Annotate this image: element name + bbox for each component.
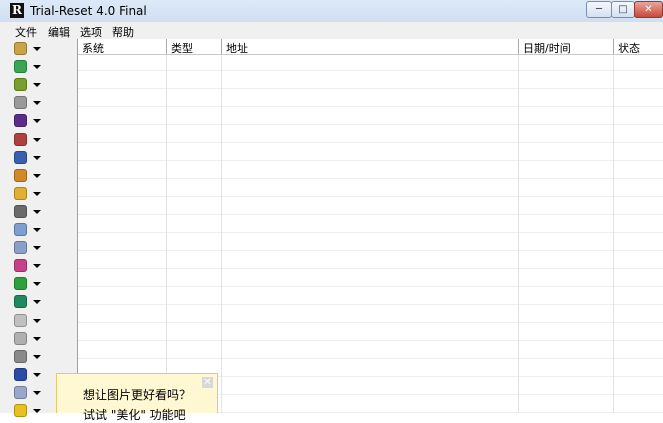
shield-icon [14,277,27,291]
gear-icon [14,204,27,218]
minimize-button[interactable]: ─ [586,1,612,18]
dropdown-arrow-icon[interactable] [33,318,41,323]
tool-button-feather[interactable] [14,313,44,329]
column-divider [613,39,614,413]
tool-button-chart[interactable] [14,240,44,256]
package-icon [14,42,27,55]
menu-help[interactable]: 帮助 [112,24,134,40]
tool-button-registry[interactable] [14,132,44,148]
menu-file[interactable]: 文件 [15,24,37,40]
dropdown-arrow-icon[interactable] [33,209,41,214]
dropdown-arrow-icon[interactable] [33,83,41,88]
menu-edit[interactable]: 编辑 [48,24,70,40]
folder-key-icon [14,186,27,200]
puzzle-icon [14,168,27,182]
dropdown-arrow-icon[interactable] [33,372,41,377]
globe-icon [14,150,27,164]
app-icon: R [10,3,24,18]
dropdown-arrow-icon[interactable] [33,264,41,269]
dropdown-arrow-icon[interactable] [33,228,41,232]
chart-icon [14,241,27,255]
dropdown-arrow-icon[interactable] [33,336,41,341]
dropdown-arrow-icon[interactable] [33,155,41,160]
medal-icon [14,295,27,309]
tool-button-security[interactable] [14,367,44,383]
dropdown-arrow-icon[interactable] [33,119,41,124]
column-header-status[interactable]: 状态 [614,40,663,55]
dropdown-arrow-icon[interactable] [33,300,41,305]
tooltip-close-icon[interactable]: ✕ [202,377,213,388]
column-header-type[interactable]: 类型 [167,40,221,55]
list-header: 系统 类型 地址 日期/时间 状态 [78,39,663,55]
search-icon [14,259,27,273]
book-icon [14,114,27,128]
dropdown-arrow-icon[interactable] [33,65,41,70]
dropdown-arrow-icon[interactable] [33,191,41,196]
tool-button-package[interactable] [14,41,44,57]
key-icon [14,78,27,92]
tool-button-medal[interactable] [14,294,44,310]
lock-icon [14,349,27,363]
dropdown-arrow-icon[interactable] [33,354,41,359]
results-list[interactable]: 系统 类型 地址 日期/时间 状态 [78,39,663,413]
tooltip-link[interactable]: 试试 "美化" 功能吧 [83,406,186,423]
tool-button-bottle[interactable] [14,385,44,401]
tool-button-folder-key[interactable] [14,186,44,202]
feather-icon [14,313,27,327]
tool-button-search[interactable] [14,258,44,274]
maximize-button[interactable]: □ [611,1,635,18]
dropdown-arrow-icon[interactable] [33,173,41,178]
warning-icon [14,404,27,417]
menu-options[interactable]: 选项 [80,24,102,40]
menu-bar: 文件 编辑 选项 帮助 [0,22,663,39]
tool-button-globe[interactable] [14,150,44,166]
column-header-datetime[interactable]: 日期/时间 [519,40,613,55]
tool-button-warning[interactable] [14,403,44,419]
tool-button-puzzle[interactable] [14,168,44,184]
star-icon [14,331,27,345]
close-button[interactable]: ✕ [634,1,663,18]
dropdown-arrow-icon[interactable] [33,101,41,106]
cube-icon [14,96,27,110]
dropdown-arrow-icon[interactable] [33,246,41,251]
tool-button-book[interactable] [14,113,44,129]
column-divider [221,39,222,413]
tooltip-popup: ✕ 想让图片更好看吗？ 试试 "美化" 功能吧 [56,373,218,422]
bottle-icon [14,385,27,399]
tool-button-shield[interactable] [14,276,44,292]
dropdown-arrow-icon[interactable] [33,390,41,395]
column-header-system[interactable]: 系统 [78,40,166,55]
title-bar: R Trial-Reset 4.0 Final ─ □ ✕ [0,0,663,23]
document-icon [14,223,27,236]
tool-button-shield-color[interactable] [14,59,44,75]
registry-icon [14,132,27,146]
dropdown-arrow-icon[interactable] [33,137,41,142]
tool-button-lock[interactable] [14,349,44,365]
tool-button-gear[interactable] [14,204,44,220]
column-divider [518,39,519,413]
column-header-address[interactable]: 地址 [222,40,518,55]
tool-sidebar [0,39,78,417]
tool-button-key[interactable] [14,77,44,93]
shield-color-icon [14,60,27,74]
security-icon [14,367,27,381]
dropdown-arrow-icon[interactable] [33,47,41,51]
window-title: Trial-Reset 4.0 Final [30,4,147,18]
dropdown-arrow-icon[interactable] [33,409,41,413]
tooltip-text: 想让图片更好看吗？ [83,388,192,402]
tool-button-document[interactable] [14,222,44,238]
tool-button-star[interactable] [14,331,44,347]
dropdown-arrow-icon[interactable] [33,282,41,287]
tool-button-cube[interactable] [14,95,44,111]
column-divider [166,39,167,413]
